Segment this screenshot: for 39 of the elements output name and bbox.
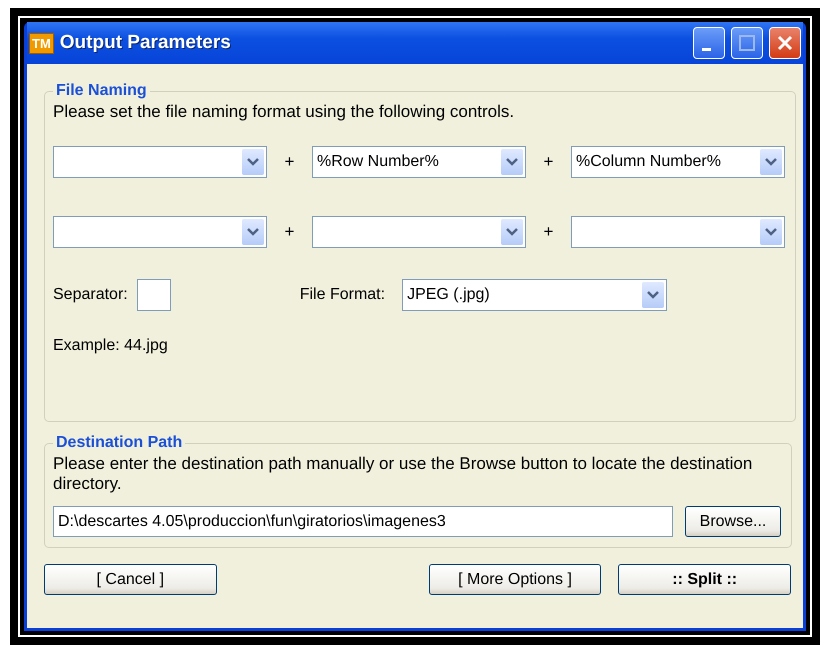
chevron-down-icon[interactable] — [501, 219, 523, 245]
file-format-dropdown[interactable]: JPEG (.jpg) — [402, 279, 668, 311]
close-icon — [776, 34, 794, 52]
minimize-button[interactable] — [693, 27, 725, 59]
plus-sign: + — [542, 222, 554, 242]
group-title: File Naming — [55, 82, 148, 100]
app-logo: TM — [29, 32, 54, 54]
dialog-button[interactable]: :: Split :: — [618, 564, 792, 595]
close-button[interactable] — [769, 27, 801, 59]
minimize-icon — [702, 48, 710, 50]
file-format-label: File Format: — [300, 286, 386, 304]
chevron-down-icon[interactable] — [760, 149, 782, 175]
plus-sign: + — [284, 222, 296, 242]
chevron-down-icon[interactable] — [501, 149, 523, 175]
description-text: Please set the file naming format using the following controls. — [53, 102, 516, 122]
naming-dropdown[interactable] — [53, 146, 267, 178]
chevron-down-icon[interactable] — [242, 149, 264, 175]
plus-sign: + — [284, 152, 296, 172]
naming-dropdown[interactable]: %Row Number% — [312, 146, 526, 178]
separator-label: Separator: — [53, 286, 128, 304]
example-text: Example: 44.jpg — [53, 337, 169, 355]
browse-button[interactable]: Browse... — [685, 506, 781, 537]
description-text: Please enter the destination path manually or use the Browse button to locate the destination directory. — [53, 454, 754, 494]
separator-field[interactable] — [136, 279, 171, 311]
chevron-down-icon[interactable] — [642, 282, 664, 308]
naming-dropdown[interactable] — [53, 216, 267, 248]
group-title: Destination Path — [55, 434, 184, 452]
naming-dropdown[interactable] — [571, 216, 785, 248]
chevron-down-icon[interactable] — [760, 219, 782, 245]
plus-sign: + — [542, 152, 554, 172]
dialog-button[interactable]: [ More Options ] — [428, 564, 602, 595]
chevron-down-icon[interactable] — [242, 219, 264, 245]
naming-dropdown[interactable]: %Column Number% — [571, 146, 785, 178]
path-field[interactable]: D:\descartes 4.05\produccion\fun\giratorios\imagenes3 — [53, 506, 673, 537]
dialog-button[interactable]: [ Cancel ] — [44, 564, 217, 595]
naming-dropdown[interactable] — [312, 216, 526, 248]
maximize-button[interactable] — [731, 27, 763, 59]
window-title: Output Parameters — [60, 32, 232, 54]
maximize-icon — [739, 35, 755, 51]
